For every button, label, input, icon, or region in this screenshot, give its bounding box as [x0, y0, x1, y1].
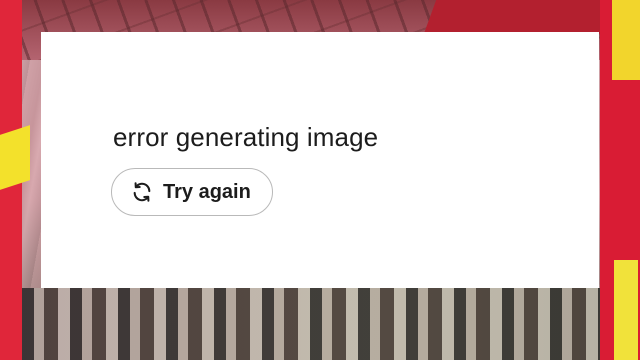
right-yellow-frame-strip-top	[612, 0, 640, 80]
background-image: error generating image Try again	[0, 0, 640, 360]
background-red-band	[423, 0, 617, 34]
left-yellow-frame-strip	[0, 125, 30, 190]
right-yellow-frame-strip-bottom	[614, 260, 638, 360]
refresh-icon	[130, 180, 154, 204]
error-card: error generating image Try again	[41, 32, 599, 288]
try-again-label: Try again	[163, 180, 251, 203]
background-crowd	[22, 288, 600, 360]
try-again-button[interactable]: Try again	[111, 168, 273, 216]
error-message: error generating image	[113, 122, 379, 152]
